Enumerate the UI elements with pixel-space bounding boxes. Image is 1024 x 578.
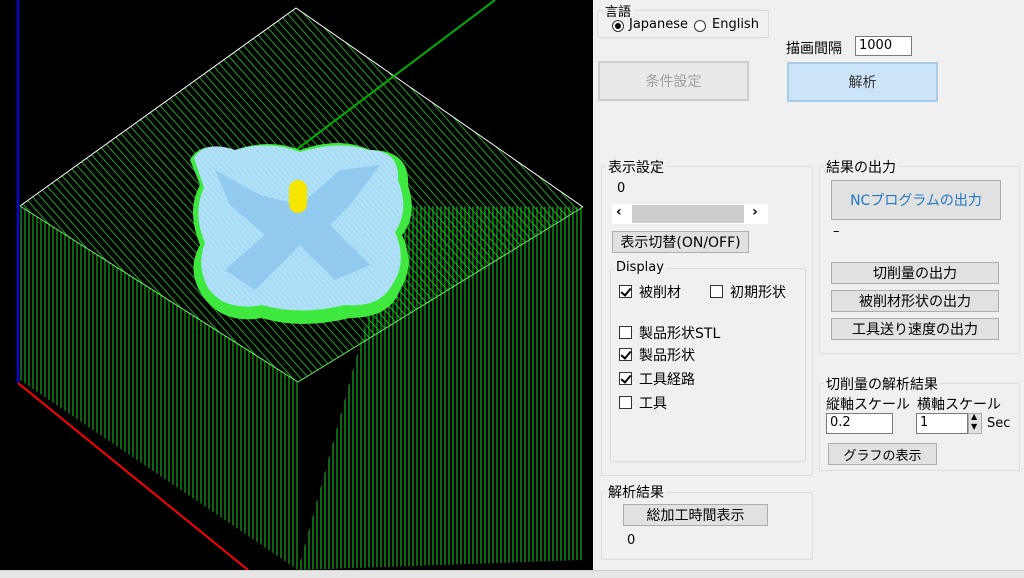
- display-settings-title: 表示設定: [606, 157, 666, 177]
- spin-up-icon[interactable]: ▲: [971, 412, 977, 421]
- checkbox-workpiece-label[interactable]: 被削材: [639, 282, 681, 302]
- checkbox-product-shape[interactable]: [619, 348, 632, 361]
- total-machining-time-value: 0: [627, 533, 636, 548]
- cut-analysis-title: 切削量の解析結果: [824, 374, 940, 394]
- checkbox-tool-label[interactable]: 工具: [639, 393, 667, 413]
- product-shape: [190, 143, 412, 324]
- total-machining-time-button[interactable]: 総加工時間表示: [623, 504, 768, 526]
- checkbox-product-stl-label[interactable]: 製品形状STL: [639, 323, 720, 343]
- display-subgroup-title: Display: [614, 260, 666, 275]
- horizontal-scale-label: 横軸スケール: [917, 397, 1001, 413]
- checkbox-workpiece[interactable]: [619, 285, 632, 298]
- radio-english-label[interactable]: English: [712, 17, 759, 32]
- vertical-scale-label: 縦軸スケール: [826, 397, 910, 413]
- checkbox-initial-shape-label[interactable]: 初期形状: [730, 282, 786, 302]
- condition-settings-button[interactable]: 条件設定: [598, 61, 749, 101]
- checkbox-tool-path-label[interactable]: 工具経路: [639, 369, 695, 389]
- checkbox-initial-shape[interactable]: [710, 285, 723, 298]
- radio-japanese[interactable]: [612, 20, 624, 32]
- checkbox-product-shape-label[interactable]: 製品形状: [639, 345, 695, 365]
- horizontal-scale-spinner[interactable]: ▲ ▼: [968, 412, 982, 434]
- workpiece-shape-output-button[interactable]: 被削材形状の出力: [831, 290, 999, 312]
- interval-input[interactable]: 1000: [855, 36, 912, 56]
- results-output-title: 結果の出力: [824, 157, 898, 177]
- nc-output-status: –: [833, 224, 840, 239]
- analysis-results-title: 解析結果: [606, 482, 666, 502]
- analysis-results-group: [601, 492, 813, 560]
- horizontal-scale-input[interactable]: 1: [916, 413, 968, 434]
- radio-english[interactable]: [694, 20, 706, 32]
- scroll-right-icon[interactable]: ›: [752, 204, 758, 220]
- checkbox-product-stl[interactable]: [619, 326, 632, 339]
- display-scrollbar[interactable]: ‹ ›: [612, 204, 768, 224]
- radio-japanese-label[interactable]: Japanese: [629, 17, 688, 32]
- checkbox-tool[interactable]: [619, 396, 632, 409]
- display-value: 0: [617, 181, 626, 196]
- scrollbar-thumb[interactable]: [632, 205, 744, 223]
- show-graph-button[interactable]: グラフの表示: [828, 443, 937, 465]
- spin-down-icon[interactable]: ▼: [971, 422, 977, 431]
- interval-label: 描画間隔: [786, 41, 842, 57]
- stock-model-render: [17, 0, 584, 570]
- vertical-scale-input[interactable]: 0.2: [826, 413, 893, 434]
- cut-amount-output-button[interactable]: 切削量の出力: [831, 262, 999, 284]
- scale-unit: Sec: [987, 416, 1011, 431]
- analyze-button[interactable]: 解析: [787, 62, 938, 102]
- display-toggle-button[interactable]: 表示切替(ON/OFF): [612, 231, 749, 253]
- 3d-viewport[interactable]: [0, 0, 593, 570]
- tool-marker: [289, 180, 307, 213]
- feed-rate-output-button[interactable]: 工具送り速度の出力: [831, 318, 999, 340]
- checkbox-tool-path[interactable]: [619, 372, 632, 385]
- nc-program-output-button[interactable]: NCプログラムの出力: [831, 180, 1001, 220]
- scroll-left-icon[interactable]: ‹: [616, 204, 622, 220]
